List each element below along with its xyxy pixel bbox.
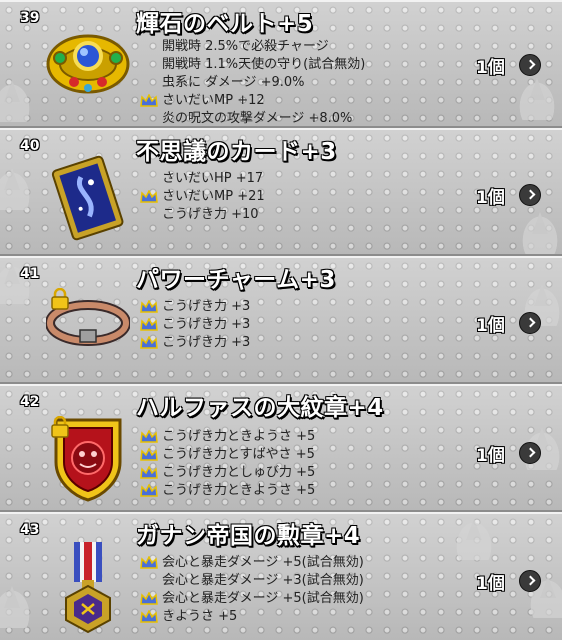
- item-number: 39: [20, 10, 40, 26]
- jeweled-belt-icon: [46, 34, 130, 94]
- item-row-42[interactable]: 42 ハルファスの大紋章+4 こうげき力ときようさ +5 こうげき力とすばやさ …: [0, 384, 562, 512]
- slime-watermark-icon: [452, 516, 496, 560]
- item-quantity: 1個: [476, 574, 505, 594]
- lock-icon: [51, 288, 69, 310]
- mystery-card-icon: [51, 155, 124, 241]
- crown-icon: [140, 556, 158, 569]
- slime-watermark-icon: [515, 76, 559, 120]
- crown-icon: [140, 484, 158, 497]
- slime-watermark-icon: [0, 166, 34, 210]
- item-name: 不思議のカード+3: [136, 139, 337, 165]
- lock-icon: [51, 416, 69, 438]
- item-quantity: 1個: [476, 316, 505, 336]
- item-detail-arrow-button[interactable]: [519, 54, 541, 76]
- item-quantity: 1個: [476, 58, 505, 78]
- slime-watermark-icon: [0, 584, 34, 628]
- item-quantity: 1個: [476, 446, 505, 466]
- item-number: 43: [20, 522, 40, 538]
- item-detail-arrow-button[interactable]: [519, 312, 541, 334]
- crown-icon: [140, 300, 158, 313]
- item-row-43[interactable]: 43 ガナン帝国の勲章+4 会心と暴走ダメージ +5(試合無効) 会心と暴走ダメ…: [0, 512, 562, 640]
- crown-icon: [140, 592, 158, 605]
- crown-icon: [140, 336, 158, 349]
- item-name: ハルファスの大紋章+4: [136, 395, 384, 421]
- item-detail-arrow-button[interactable]: [519, 184, 541, 206]
- item-row-39[interactable]: 39 輝石のベルト+5 開戦時 2.5%で必殺チャージ 開戦時 1.1%天使の守…: [0, 0, 562, 128]
- crown-icon: [140, 610, 158, 623]
- crown-icon: [140, 190, 158, 203]
- item-quantity: 1個: [476, 188, 505, 208]
- item-name: ガナン帝国の勲章+4: [136, 523, 361, 549]
- ganan-empire-medal-icon: [65, 542, 111, 634]
- crown-icon: [140, 318, 158, 331]
- item-name: パワーチャーム+3: [136, 267, 336, 293]
- item-detail-arrow-button[interactable]: [519, 442, 541, 464]
- item-number: 41: [20, 266, 40, 282]
- slime-watermark-icon: [518, 210, 562, 254]
- accessory-list: 39 輝石のベルト+5 開戦時 2.5%で必殺チャージ 開戦時 1.1%天使の守…: [0, 0, 562, 640]
- item-row-40[interactable]: 40 不思議のカード+3 さいだいHP +17 さいだいMP +21 こうげき力…: [0, 128, 562, 256]
- item-number: 40: [20, 138, 40, 154]
- crown-icon: [140, 94, 158, 107]
- crown-icon: [140, 430, 158, 443]
- item-number: 42: [20, 394, 40, 410]
- item-name: 輝石のベルト+5: [136, 11, 314, 37]
- item-row-41[interactable]: 41 パワーチャーム+3 こうげき力 +3 こうげき力 +3 こうげき力 +3: [0, 256, 562, 384]
- crown-icon: [140, 466, 158, 479]
- crown-icon: [140, 448, 158, 461]
- slime-watermark-icon: [0, 78, 34, 122]
- item-detail-arrow-button[interactable]: [519, 570, 541, 592]
